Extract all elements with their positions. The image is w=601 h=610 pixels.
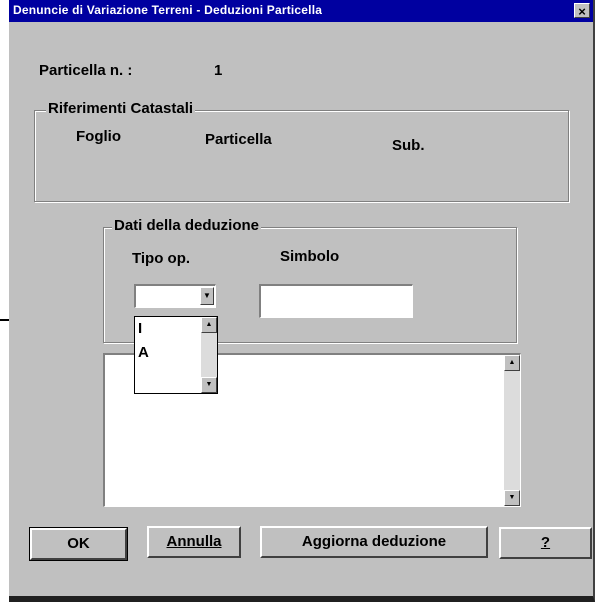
aggiorna-deduzione-button[interactable]: Aggiorna deduzione — [260, 526, 488, 558]
scroll-up-button[interactable]: ▲ — [504, 355, 520, 371]
tipo-op-option-a[interactable]: A — [138, 344, 149, 361]
window-title: Denuncie di Variazione Terreni - Deduzio… — [13, 3, 323, 17]
particella-number-value: 1 — [214, 62, 223, 79]
riferimenti-catastali-group — [34, 110, 569, 202]
chevron-down-icon: ▼ — [203, 291, 211, 300]
simbolo-input[interactable] — [259, 284, 413, 318]
title-bar[interactable]: Denuncie di Variazione Terreni - Deduzio… — [9, 0, 593, 22]
tipo-op-dropdown-button[interactable]: ▼ — [200, 287, 214, 305]
riferimenti-catastali-legend: Riferimenti Catastali — [46, 100, 196, 117]
scroll-down-icon: ▼ — [508, 494, 516, 501]
scroll-up-icon: ▲ — [508, 359, 516, 366]
tipo-op-option-i[interactable]: I — [138, 320, 142, 337]
tipo-op-list-scrollbar[interactable]: ▲ ▼ — [201, 317, 217, 393]
list-scroll-down-button[interactable]: ▼ — [201, 377, 217, 393]
ok-button[interactable]: OK — [29, 527, 128, 561]
close-button[interactable]: × — [574, 3, 590, 19]
particella-label: Particella — [205, 131, 272, 148]
particella-number-label: Particella n. : — [39, 62, 133, 79]
help-button-label: ? — [540, 534, 551, 551]
list-scroll-up-button[interactable]: ▲ — [201, 317, 217, 333]
dati-deduzione-legend: Dati della deduzione — [112, 217, 262, 234]
close-icon: × — [578, 4, 586, 19]
annulla-button[interactable]: Annulla — [147, 526, 241, 558]
scroll-up-icon: ▲ — [205, 321, 213, 328]
tipo-op-label: Tipo op. — [132, 250, 191, 267]
help-button[interactable]: ? — [499, 527, 592, 559]
annulla-button-label: Annulla — [166, 533, 222, 550]
foglio-label: Foglio — [76, 128, 121, 145]
scroll-down-button[interactable]: ▼ — [504, 490, 520, 506]
scroll-down-icon: ▼ — [205, 381, 213, 388]
dialog-window: Denuncie di Variazione Terreni - Deduzio… — [9, 0, 595, 602]
simbolo-label: Simbolo — [280, 248, 340, 265]
deduzioni-list-scrollbar[interactable]: ▲ ▼ — [504, 355, 520, 506]
tipo-op-combobox[interactable]: ▼ — [134, 284, 216, 308]
tipo-op-dropdown-list[interactable]: I A ▲ ▼ — [134, 316, 218, 394]
sub-label: Sub. — [392, 137, 425, 154]
